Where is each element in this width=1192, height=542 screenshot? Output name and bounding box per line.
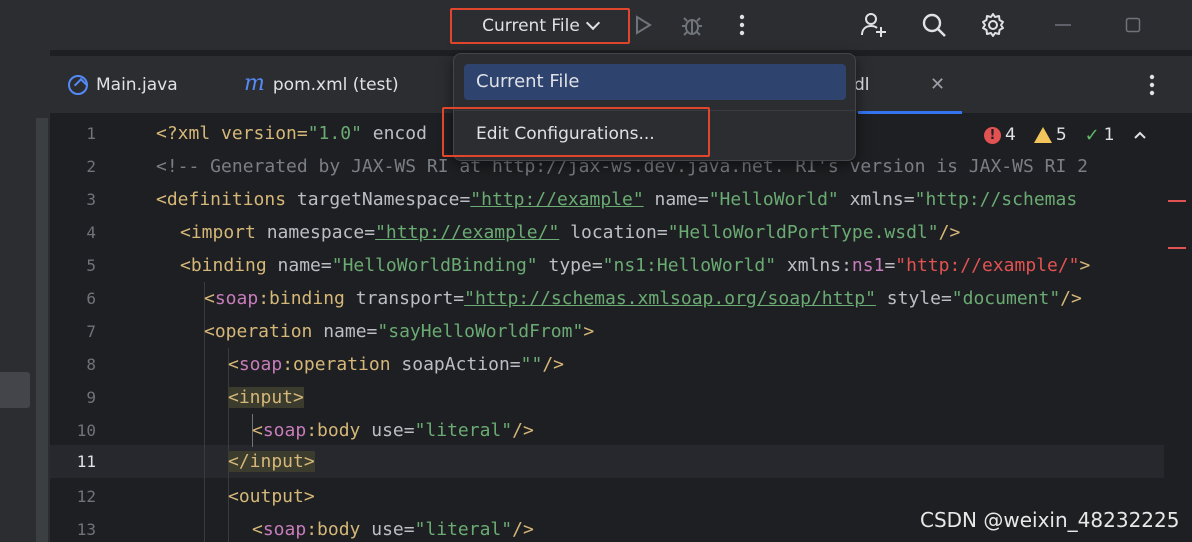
active-tab-indicator — [858, 111, 962, 114]
tab-list-menu-icon[interactable] — [1140, 70, 1164, 100]
tab-pom-xml[interactable]: m pom.xml (test) — [244, 56, 399, 114]
annotation-highlight-box — [442, 107, 710, 157]
editor-scrollbar[interactable] — [1164, 115, 1192, 542]
error-count: ! 4 — [984, 125, 1016, 145]
warning-count: 5 — [1033, 125, 1067, 145]
debug-icon[interactable] — [675, 8, 709, 42]
error-stripe-mark[interactable] — [1168, 200, 1186, 202]
code-line: </input> — [228, 451, 315, 472]
current-line-highlight — [50, 445, 1164, 478]
code-line: <output> — [228, 486, 315, 507]
tool-window-button[interactable] — [0, 372, 30, 408]
code-editor[interactable]: 1 2 3 4 5 6 7 8 9 10 11 12 13 <?xml vers… — [50, 115, 1192, 542]
line-number: 3 — [86, 190, 96, 209]
code-line: <definitions targetNamespace="http://exa… — [156, 189, 1078, 210]
search-icon[interactable] — [917, 8, 951, 42]
add-user-icon[interactable] — [857, 8, 891, 42]
check-icon: ✓ — [1084, 124, 1100, 146]
code-line: <binding name="HelloWorldBinding" type="… — [180, 255, 1091, 276]
minimize-icon[interactable] — [1046, 8, 1080, 42]
line-number: 9 — [86, 388, 96, 407]
popup-item-current-file[interactable]: Current File — [464, 64, 846, 100]
close-icon[interactable]: ✕ — [930, 74, 945, 95]
code-line: <soap:operation soapAction=""/> — [228, 354, 564, 375]
tab-label: pom.xml (test) — [272, 75, 399, 95]
tab-wsdl[interactable]: dl — [854, 56, 870, 114]
code-line: <import namespace="http://example/" loca… — [180, 222, 961, 243]
line-number: 1 — [86, 124, 96, 143]
code-line: <soap:body use="literal"/> — [252, 519, 534, 540]
tab-main-java[interactable]: Main.java — [68, 56, 178, 114]
line-number: 13 — [76, 520, 96, 539]
ok-count: ✓ 1 — [1084, 124, 1115, 146]
java-class-icon — [68, 75, 88, 95]
tab-label: Main.java — [96, 75, 178, 95]
inspection-widget[interactable]: ! 4 5 ✓ 1 — [984, 123, 1179, 147]
gear-icon[interactable] — [976, 8, 1010, 42]
run-configuration-selector[interactable]: Current File — [450, 8, 630, 44]
line-number: 11 — [76, 452, 96, 471]
chevron-down-icon — [585, 15, 600, 31]
line-number: 12 — [76, 487, 96, 506]
line-number: 10 — [76, 421, 96, 440]
watermark: CSDN @weixin_48232225 — [920, 508, 1180, 532]
warning-icon — [1033, 127, 1052, 143]
code-line: <soap:body use="literal"/> — [252, 420, 534, 441]
line-number: 5 — [86, 256, 96, 275]
line-number: 6 — [86, 289, 96, 308]
more-actions-icon[interactable] — [725, 8, 759, 42]
code-line: <operation name="sayHelloWorldFrom"> — [204, 321, 595, 342]
run-icon[interactable] — [626, 8, 660, 42]
run-configuration-label: Current File — [482, 16, 580, 36]
title-bar: Current File — [0, 0, 1192, 50]
error-icon: ! — [984, 126, 1001, 144]
line-number: 8 — [86, 355, 96, 374]
chevron-up-icon[interactable] — [1133, 125, 1147, 145]
line-number: 7 — [86, 322, 96, 341]
maven-icon: m — [244, 70, 265, 96]
maximize-icon[interactable] — [1116, 8, 1150, 42]
line-number-gutter: 1 2 3 4 5 6 7 8 9 10 11 12 13 — [50, 115, 150, 542]
error-stripe-mark[interactable] — [1168, 247, 1186, 249]
code-line: <?xml version="1.0" encod — [156, 123, 427, 144]
code-line: <input> — [228, 387, 304, 408]
left-panel-edge — [36, 118, 48, 542]
tab-label: dl — [854, 75, 870, 95]
line-number: 2 — [86, 157, 96, 176]
line-number: 4 — [86, 223, 96, 242]
left-tool-strip — [0, 50, 50, 542]
code-line: <soap:binding transport="http://schemas.… — [204, 288, 1082, 309]
